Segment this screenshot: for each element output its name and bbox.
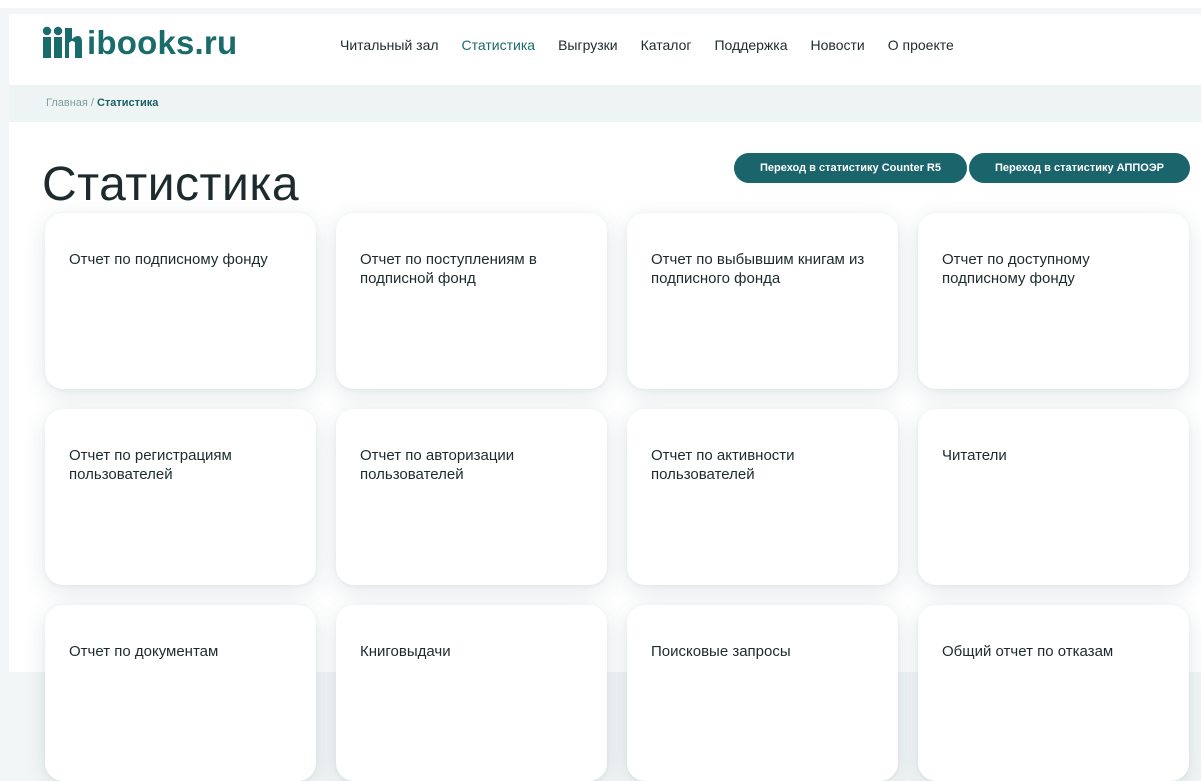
top-strip (0, 0, 1201, 8)
card-label: Книговыдачи (360, 643, 451, 660)
main-nav: Читальный зал Статистика Выгрузки Катало… (340, 36, 977, 54)
logo[interactable]: ibooks.ru (42, 26, 237, 60)
report-card-available-fund[interactable]: Отчет по доступному подписному фонду (918, 213, 1189, 389)
card-label: Отчет по выбывшим книгам из подписного ф… (651, 251, 865, 287)
nav-catalog[interactable]: Каталог (641, 36, 692, 54)
apposp-button[interactable]: Переход в статистику АППОЭР (969, 153, 1190, 183)
report-card-withdrawn-books[interactable]: Отчет по выбывшим книгам из подписного ф… (627, 213, 898, 389)
report-card-user-registrations[interactable]: Отчет по регистрациям пользователей (45, 409, 316, 585)
card-label: Отчет по подписному фонду (69, 251, 268, 268)
counter-r5-button[interactable]: Переход в статистику Counter R5 (734, 153, 967, 183)
breadcrumb-home[interactable]: Главная (46, 97, 88, 109)
breadcrumb: Главная / Статистика (46, 97, 158, 109)
nav-support[interactable]: Поддержка (714, 36, 787, 54)
page-title: Статистика (42, 158, 300, 211)
card-label: Отчет по поступлениям в подписной фонд (360, 251, 537, 287)
card-label: Отчет по документам (69, 643, 219, 660)
breadcrumb-bar: Главная / Статистика (9, 85, 1201, 122)
breadcrumb-separator: / (90, 97, 94, 109)
report-card-user-activity[interactable]: Отчет по активности пользователей (627, 409, 898, 585)
report-card-search-queries[interactable]: Поисковые запросы (627, 605, 898, 781)
card-label: Читатели (942, 447, 1007, 464)
ibooks-logo-icon (42, 26, 82, 58)
report-card-refusals[interactable]: Общий отчет по отказам (918, 605, 1189, 781)
report-card-subscription-fund[interactable]: Отчет по подписному фонду (45, 213, 316, 389)
card-label: Отчет по авторизации пользователей (360, 447, 515, 483)
report-card-book-loans[interactable]: Книговыдачи (336, 605, 607, 781)
site-header: ibooks.ru Читальный зал Статистика Выгру… (9, 14, 1201, 85)
card-label: Поисковые запросы (651, 643, 791, 660)
card-label: Отчет по активности пользователей (651, 447, 795, 483)
report-card-readers[interactable]: Читатели (918, 409, 1189, 585)
report-card-user-authorization[interactable]: Отчет по авторизации пользователей (336, 409, 607, 585)
report-card-fund-receipts[interactable]: Отчет по поступлениям в подписной фонд (336, 213, 607, 389)
card-label: Отчет по регистрациям пользователей (69, 447, 232, 483)
nav-statistics[interactable]: Статистика (462, 36, 536, 54)
nav-news[interactable]: Новости (811, 36, 865, 54)
report-card-documents[interactable]: Отчет по документам (45, 605, 316, 781)
nav-about[interactable]: О проекте (888, 36, 954, 54)
logo-text: ibooks.ru (87, 24, 238, 61)
nav-reading-room[interactable]: Читальный зал (340, 36, 439, 54)
card-label: Общий отчет по отказам (942, 643, 1114, 660)
breadcrumb-current: Статистика (96, 97, 159, 109)
nav-exports[interactable]: Выгрузки (558, 36, 618, 54)
card-label: Отчет по доступному подписному фонду (942, 251, 1090, 287)
